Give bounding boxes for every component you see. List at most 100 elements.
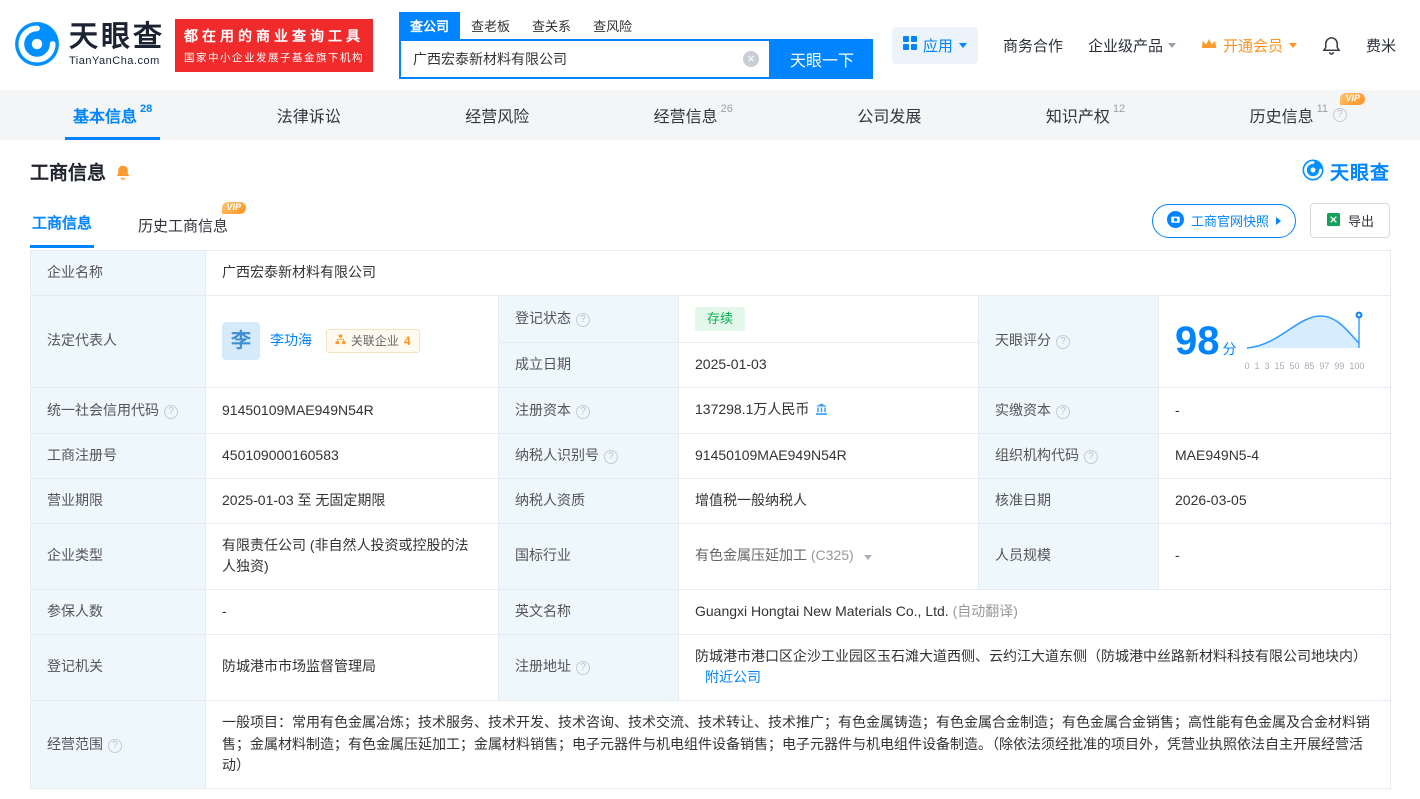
search-tab-company[interactable]: 查公司 xyxy=(399,11,461,39)
search-tab-relation[interactable]: 查关系 xyxy=(521,12,582,39)
org-code-label-cell: 组织机构代码 xyxy=(978,433,1159,479)
menu-vip-label: 开通会员 xyxy=(1222,37,1283,55)
score-value: 98 xyxy=(1175,319,1220,364)
chevron-down-icon[interactable] xyxy=(863,555,872,561)
grid-icon xyxy=(902,36,917,54)
industry-label-cell: 国标行业 xyxy=(498,522,679,590)
company-name-value: 广西宏泰新材料有限公司 xyxy=(222,264,376,280)
help-icon[interactable] xyxy=(576,312,590,327)
field-label: 人员规模 xyxy=(995,547,1051,564)
english-name-label-cell: 英文名称 xyxy=(498,588,679,635)
taxpayer-id-value-cell: 91450109MAE949N54R xyxy=(678,433,979,479)
field-label: 统一社会信用代码 xyxy=(47,401,159,418)
chevron-down-icon xyxy=(1288,42,1297,48)
vip-badge: VIP xyxy=(1340,93,1365,105)
excel-icon xyxy=(1326,212,1341,230)
menu-open-vip[interactable]: 开通会员 xyxy=(1201,35,1297,56)
help-icon[interactable] xyxy=(1084,450,1098,465)
menu-user[interactable]: 费米 xyxy=(1366,35,1396,56)
clear-icon[interactable]: × xyxy=(743,50,760,67)
approval-date-value-cell: 2026-03-05 xyxy=(1157,477,1392,524)
reg-capital-label-cell: 注册资本 xyxy=(498,386,679,435)
tab-basic-info[interactable]: 基本信息 28 xyxy=(65,90,161,140)
subscribe-bell-icon[interactable] xyxy=(115,164,131,180)
tab-legal-litigation[interactable]: 法律诉讼 xyxy=(269,90,349,140)
score-axis-labels: 0 1 3 15 50 85 97 99 100 xyxy=(1244,360,1365,371)
camera-icon xyxy=(1166,210,1184,231)
search-tab-risk[interactable]: 查风险 xyxy=(582,12,643,39)
field-label: 英文名称 xyxy=(515,602,571,619)
table-row: 法定代表人 李 李功海 关联企业 4 登记状态? 存续 天眼评分? 98 分 0… xyxy=(30,294,1392,388)
tab-operation-info[interactable]: 经营信息 26 xyxy=(646,90,741,140)
table-row: 经营范围 一般项目：常用有色金属冶炼；技术服务、技术开发、技术咨询、技术交流、技… xyxy=(30,700,1392,790)
menu-enterprise-products[interactable]: 企业级产品 xyxy=(1088,35,1176,56)
company-info-table: 企业名称 广西宏泰新材料有限公司 法定代表人 李 李功海 关联企业 4 登记状态… xyxy=(30,250,1392,790)
tianyancha-logo[interactable]: 天眼查 TianYanCha.com xyxy=(14,21,165,70)
search-input[interactable] xyxy=(401,40,770,77)
authority-value-cell: 防城港市市场监督管理局 xyxy=(205,633,499,702)
help-icon[interactable] xyxy=(604,450,618,465)
tab-intellectual-property[interactable]: 知识产权 12 xyxy=(1038,90,1133,140)
field-value: 91450109MAE949N54R xyxy=(695,447,847,464)
notification-bell-icon[interactable] xyxy=(1322,36,1341,55)
bank-icon[interactable] xyxy=(815,401,828,423)
establish-date-label-cell: 成立日期 xyxy=(498,341,679,388)
field-label: 核准日期 xyxy=(995,491,1051,508)
business-scope-value-cell: 一般项目：常用有色金属冶炼；技术服务、技术开发、技术咨询、技术交流、技术转让、技… xyxy=(204,700,1392,790)
reg-number-label-cell: 工商注册号 xyxy=(30,433,206,479)
help-icon[interactable] xyxy=(1056,404,1070,419)
vip-badge: VIP xyxy=(221,202,247,214)
legal-rep-avatar[interactable]: 李 xyxy=(222,322,260,361)
insured-label-cell: 参保人数 xyxy=(30,588,206,635)
staff-size-value-cell: - xyxy=(1157,522,1392,590)
help-icon[interactable] xyxy=(576,661,590,676)
industry-code: (C325) xyxy=(810,547,854,564)
field-label: 组织机构代码 xyxy=(995,447,1079,464)
field-label: 注册资本 xyxy=(515,401,571,418)
tab-label: 经营信息 xyxy=(653,109,718,126)
table-row: 营业期限 2025-01-03 至 无固定期限 纳税人资质 增值税一般纳税人 核… xyxy=(30,477,1392,524)
nearby-companies-link[interactable]: 附近公司 xyxy=(705,669,761,685)
help-icon[interactable] xyxy=(576,404,590,419)
field-value: 有限责任公司 (非自然人投资或控股的法人独资) xyxy=(222,536,469,575)
tab-label: 经营风险 xyxy=(465,109,530,126)
menu-business-cooperation[interactable]: 商务合作 xyxy=(1003,35,1063,56)
field-label: 营业期限 xyxy=(47,491,103,508)
tab-operation-risk[interactable]: 经营风险 xyxy=(457,90,537,140)
help-icon[interactable] xyxy=(108,738,122,753)
subtab-history-business-info[interactable]: VIP 历史工商信息 xyxy=(136,202,247,248)
official-snapshot-button[interactable]: 工商官网快照 xyxy=(1151,203,1296,238)
table-row: 参保人数 - 英文名称 Guangxi Hongtai New Material… xyxy=(30,588,1392,635)
legal-rep-name-link[interactable]: 李功海 xyxy=(270,332,312,348)
related-companies-count: 4 xyxy=(403,333,411,348)
search-input-wrap: × xyxy=(399,38,772,79)
field-value: 2025-01-03 xyxy=(695,355,767,372)
field-label: 法定代表人 xyxy=(47,332,117,349)
help-icon[interactable] xyxy=(1056,335,1070,350)
field-value: - xyxy=(1175,401,1180,418)
authority-label-cell: 登记机关 xyxy=(30,633,206,702)
subtab-business-info[interactable]: 工商信息 xyxy=(30,212,95,248)
export-button[interactable]: 导出 xyxy=(1309,203,1390,238)
reg-status-value-cell: 存续 xyxy=(678,294,979,343)
status-badge: 存续 xyxy=(695,306,746,331)
field-label: 纳税人资质 xyxy=(515,491,585,508)
score-value-cell: 98 分 0 1 3 15 50 85 97 99 100 xyxy=(1157,294,1392,388)
table-row: 统一社会信用代码 91450109MAE949N54R 注册资本 137298.… xyxy=(30,386,1392,435)
related-companies-badge[interactable]: 关联企业 4 xyxy=(325,328,420,354)
table-row: 企业类型 有限责任公司 (非自然人投资或控股的法人独资) 国标行业 有色金属压延… xyxy=(30,522,1392,590)
reg-capital-value-cell: 137298.1万人民币 xyxy=(678,386,979,435)
help-icon[interactable] xyxy=(1333,108,1347,122)
approval-date-label-cell: 核准日期 xyxy=(978,477,1159,524)
search-tab-boss[interactable]: 查老板 xyxy=(460,12,521,39)
auto-translate-note: (自动翻译) xyxy=(952,602,1018,619)
tab-history-info[interactable]: VIP 历史信息 11 xyxy=(1242,90,1365,140)
help-icon[interactable] xyxy=(164,404,178,419)
tab-count: 12 xyxy=(1112,103,1126,115)
tab-company-development[interactable]: 公司发展 xyxy=(849,90,929,140)
search-button[interactable]: 天眼一下 xyxy=(771,38,874,79)
apps-menu[interactable]: 应用 xyxy=(891,26,978,64)
org-link-icon xyxy=(335,332,346,351)
field-value: MAE949N5-4 xyxy=(1175,447,1260,464)
taxpayer-quality-value-cell: 增值税一般纳税人 xyxy=(678,477,979,524)
